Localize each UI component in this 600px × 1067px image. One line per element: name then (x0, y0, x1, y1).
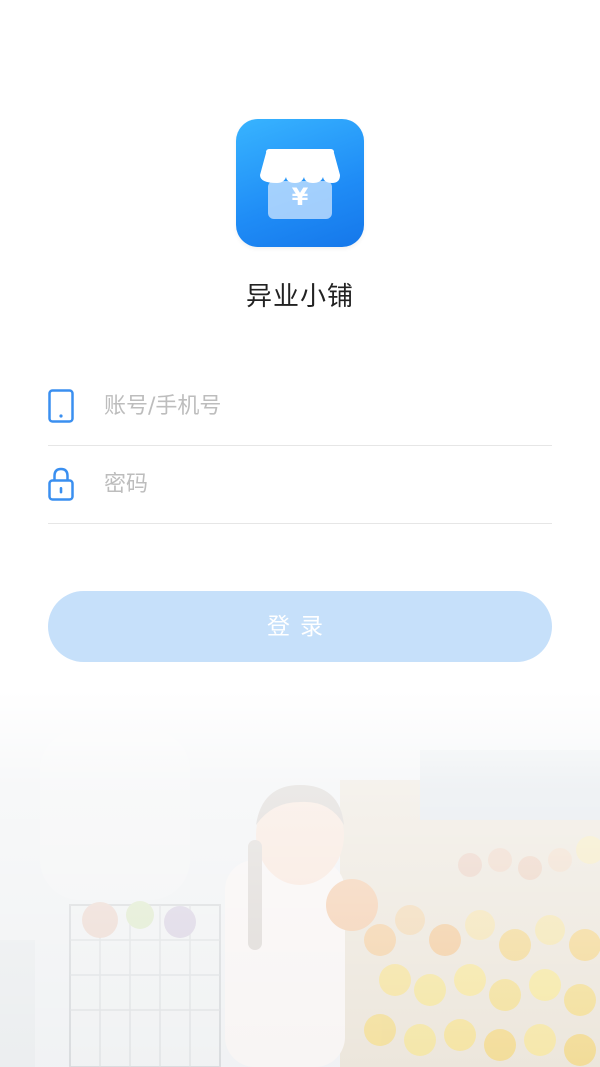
account-input[interactable] (104, 387, 544, 425)
password-input[interactable] (104, 465, 544, 503)
phone-icon (48, 389, 74, 423)
app-logo: ¥ (236, 119, 364, 247)
login-button[interactable]: 登录 (48, 591, 552, 662)
account-row (48, 367, 552, 446)
lock-icon (48, 467, 74, 501)
password-row (48, 445, 552, 524)
background-photo (0, 690, 600, 1067)
app-name: 异业小铺 (245, 282, 354, 312)
yen-symbol: ¥ (291, 183, 309, 211)
